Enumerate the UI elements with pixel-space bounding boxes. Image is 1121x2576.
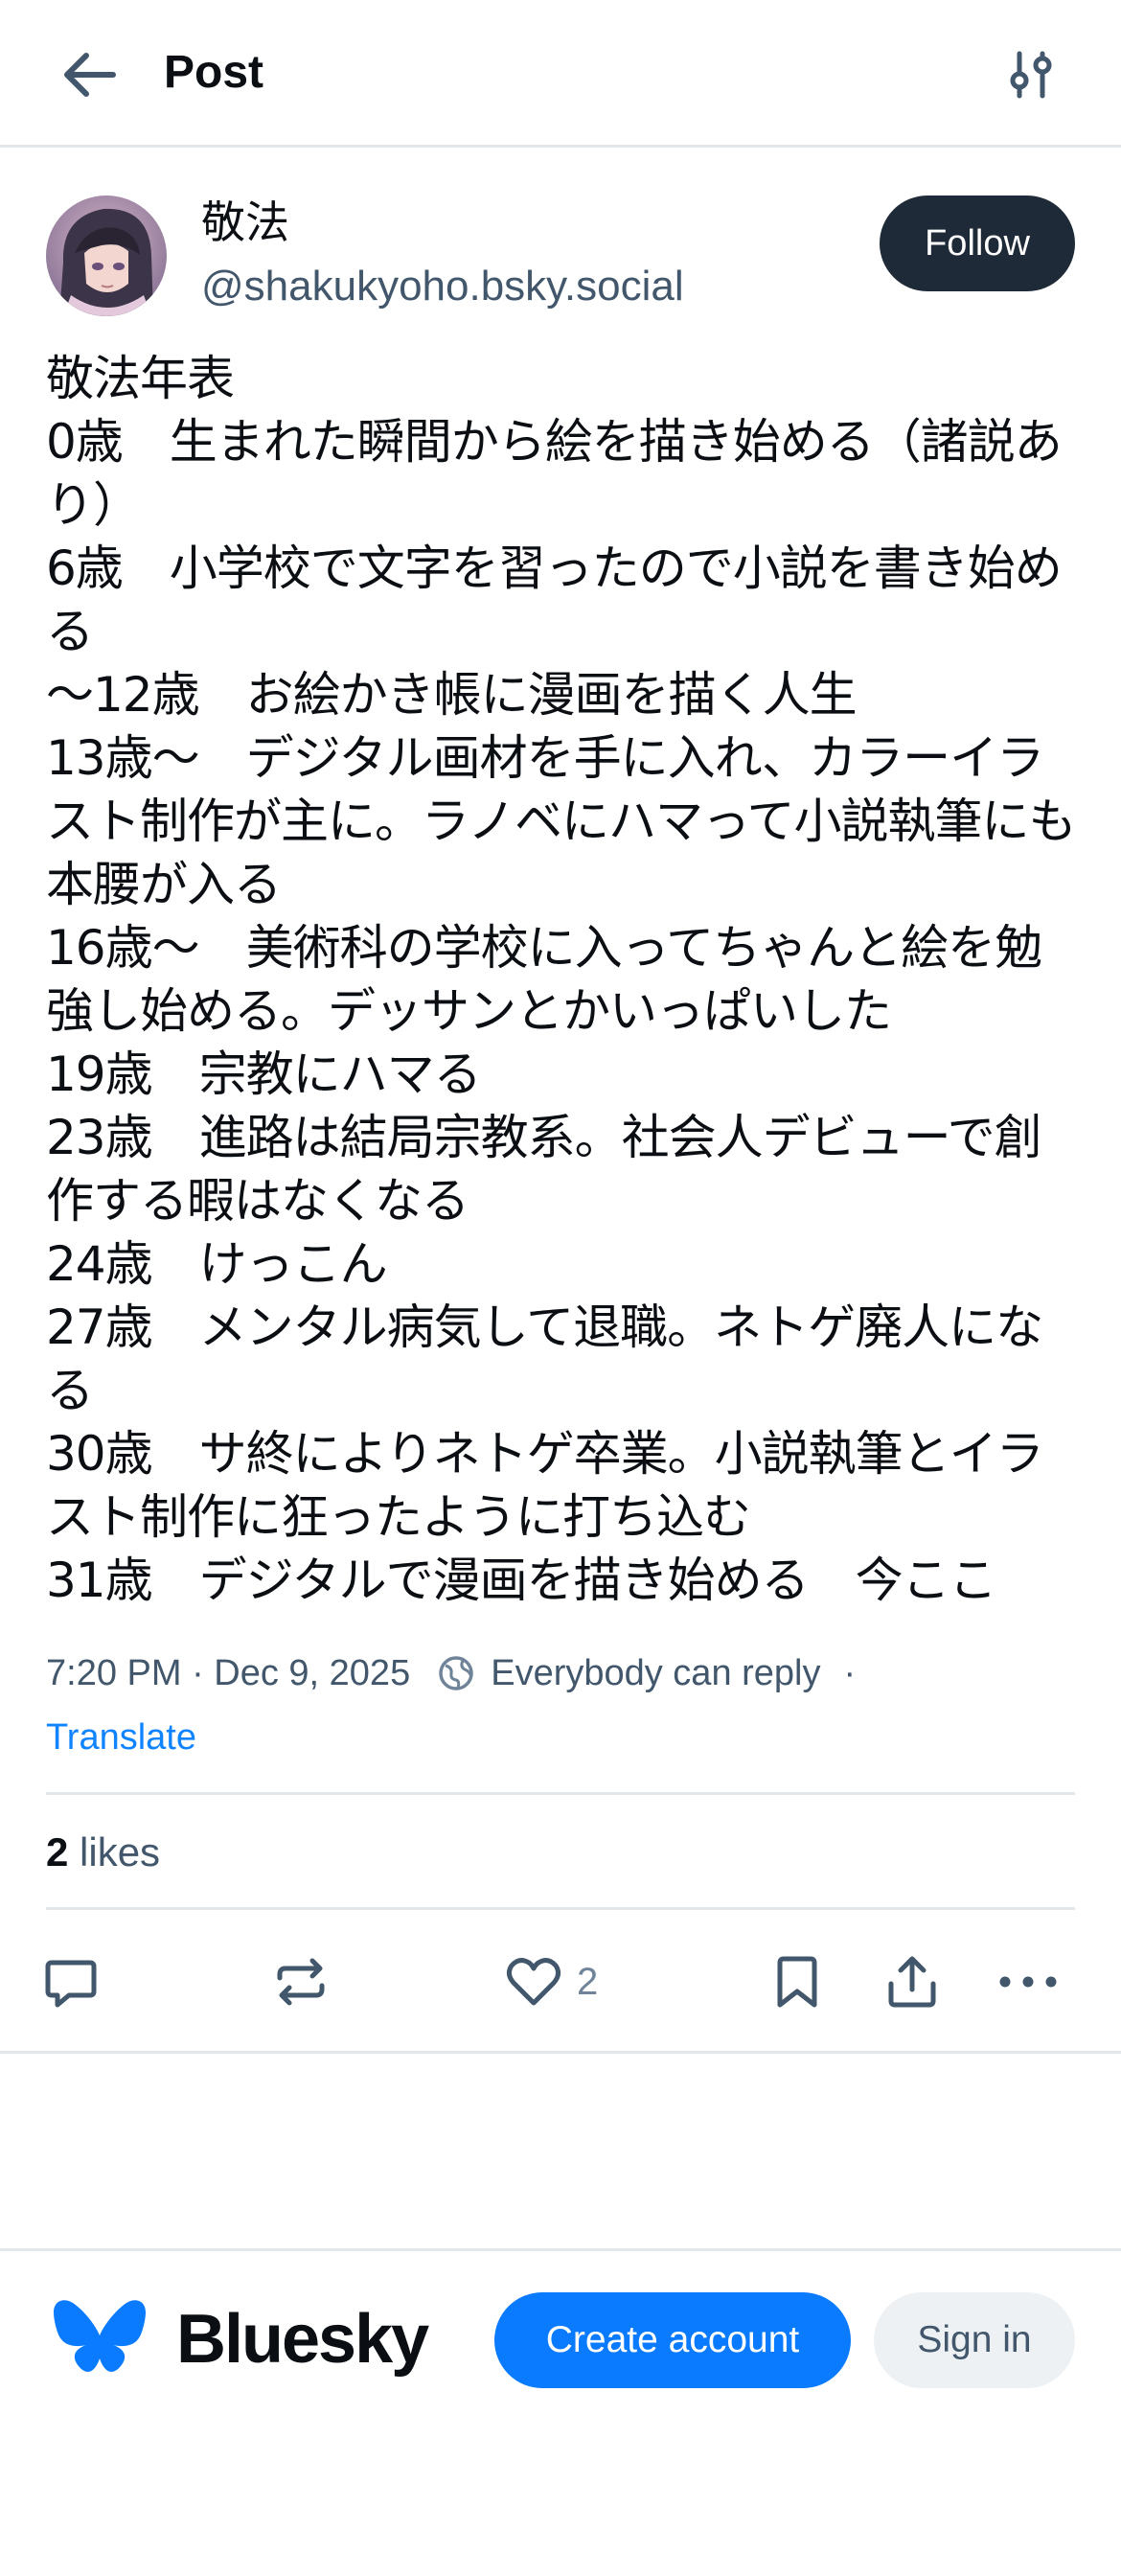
back-button[interactable]	[56, 42, 121, 107]
reply-icon	[45, 1960, 97, 2008]
brand-name: Bluesky	[176, 2301, 429, 2378]
likes-label: likes	[80, 1829, 161, 1874]
likes-count: 2	[46, 1829, 69, 1874]
bookmark-button[interactable]	[768, 1949, 826, 2014]
post-text: 敬法年表 0歳 生まれた瞬間から絵を描き始める（諸説あり） 6歳 小学校で文字を…	[46, 351, 1077, 1608]
top-bar: Post	[0, 0, 1121, 148]
divider	[46, 1907, 1075, 1910]
arrow-left-icon	[64, 53, 116, 97]
sign-in-button[interactable]: Sign in	[874, 2292, 1075, 2388]
post-meta: 7:20 PM · Dec 9, 2025 Everybody can repl…	[46, 1644, 856, 1702]
translate-link[interactable]: Translate	[46, 1712, 196, 1763]
sliders-icon	[1010, 51, 1052, 99]
butterfly-logo-icon	[54, 2300, 146, 2372]
meta-separator: ·	[843, 1652, 857, 1693]
repost-button[interactable]	[272, 1949, 330, 2014]
bookmark-icon	[777, 1956, 817, 2008]
globe-icon	[437, 1654, 475, 1692]
author-handle[interactable]: @shakukyoho.bsky.social	[201, 261, 684, 312]
avatar[interactable]	[46, 196, 167, 316]
heart-icon	[506, 1958, 561, 2006]
divider	[0, 2248, 1121, 2251]
divider	[0, 2051, 1121, 2054]
divider	[46, 1792, 1075, 1795]
repost-icon	[277, 1958, 325, 2006]
avatar-image	[46, 196, 167, 316]
reply-setting-label[interactable]: Everybody can reply	[491, 1653, 820, 1694]
share-icon	[888, 1956, 936, 2008]
bluesky-brand[interactable]: Bluesky	[52, 2296, 429, 2382]
follow-button[interactable]: Follow	[880, 196, 1075, 291]
page-title: Post	[164, 47, 264, 98]
more-horizontal-icon	[999, 1976, 1057, 1988]
post-timestamp: 7:20 PM · Dec 9, 2025	[46, 1652, 411, 1693]
reply-button[interactable]	[42, 1949, 100, 2014]
like-count: 2	[577, 1960, 599, 2003]
likes-count-link[interactable]: 2 likes	[46, 1821, 160, 1884]
like-button[interactable]: 2	[504, 1949, 598, 2014]
share-button[interactable]	[883, 1949, 941, 2014]
author-display-name[interactable]: 敬法	[201, 196, 289, 249]
create-account-button[interactable]: Create account	[494, 2292, 851, 2388]
thread-settings-button[interactable]	[993, 42, 1069, 107]
more-options-button[interactable]	[996, 1949, 1060, 2014]
